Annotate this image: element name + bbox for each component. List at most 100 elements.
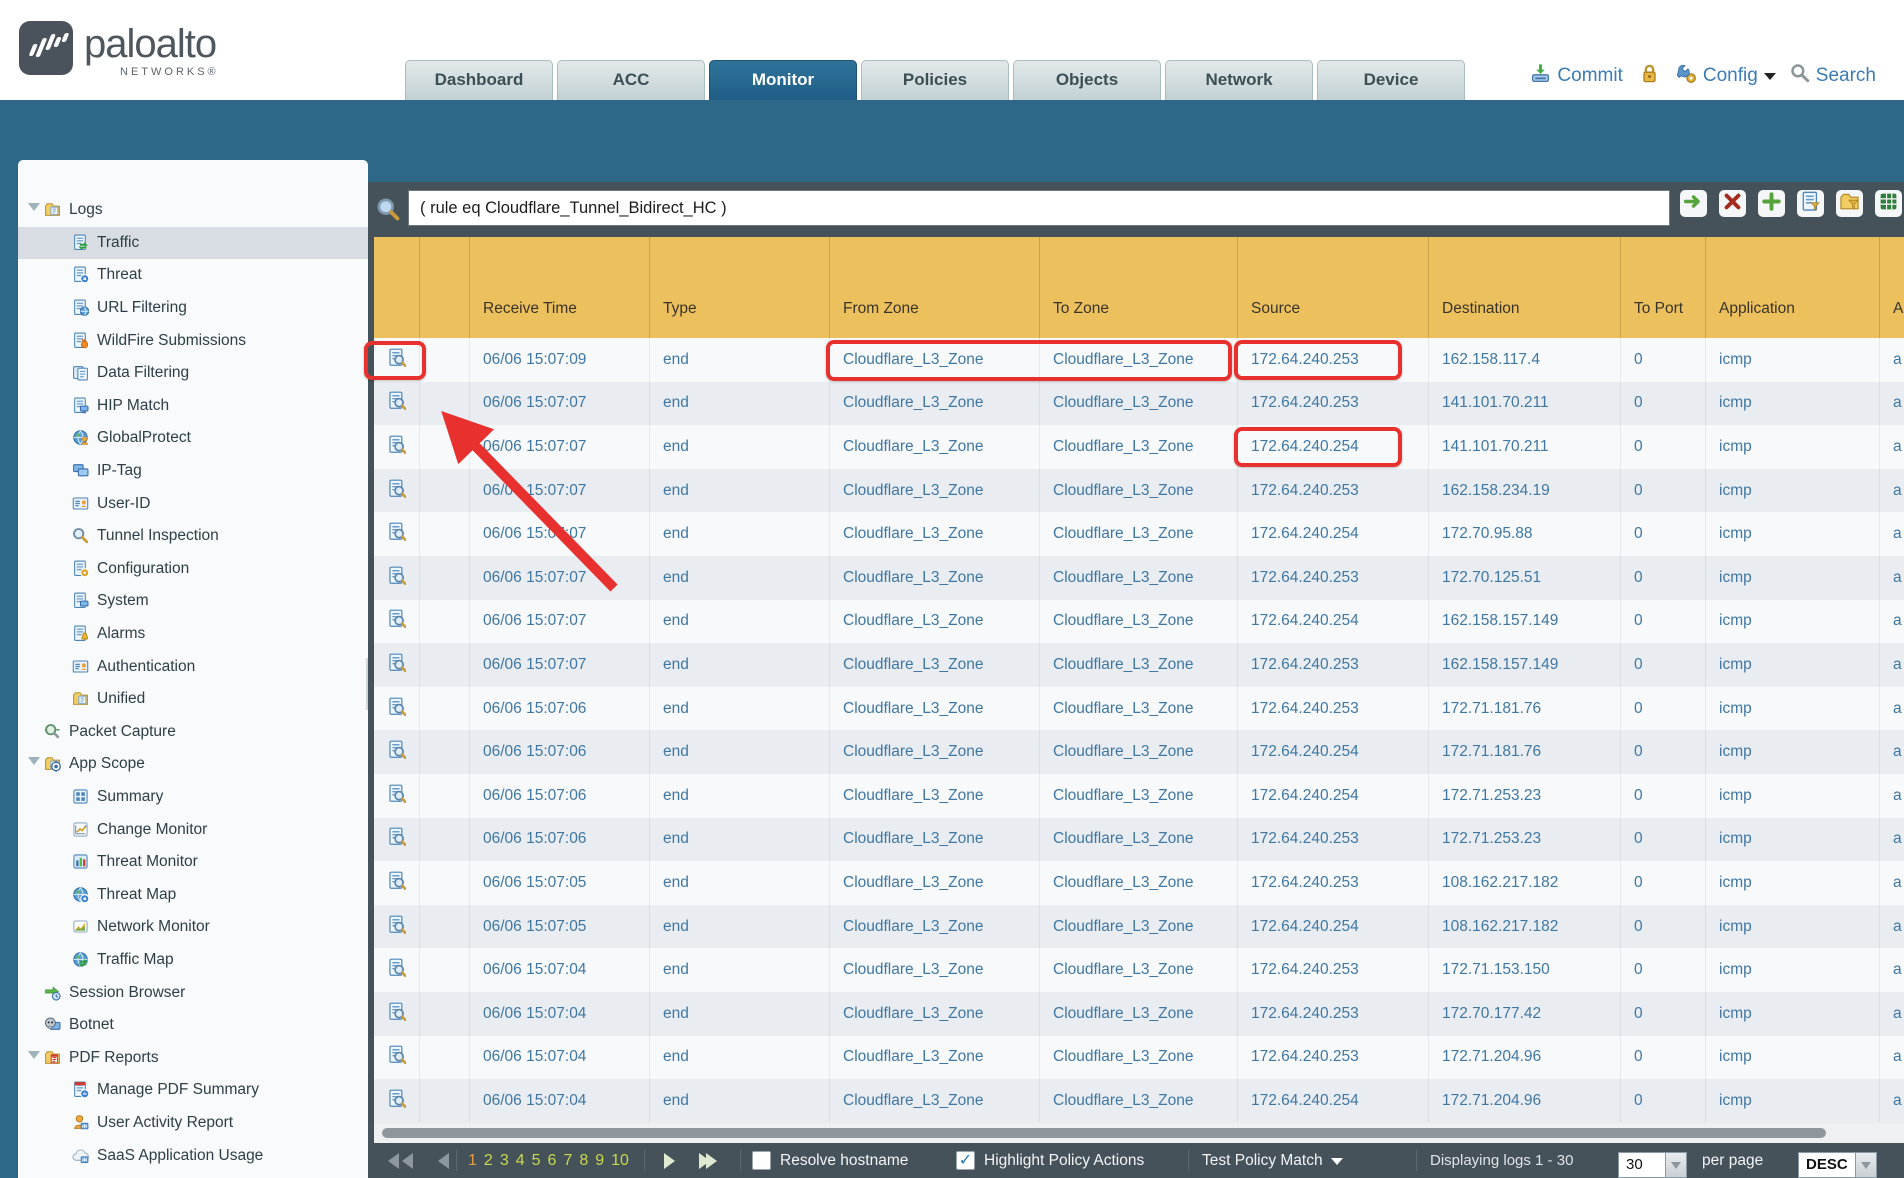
from-zone-cell[interactable]: Cloudflare_L3_Zone — [830, 948, 1040, 992]
to-port-cell[interactable]: 0 — [1621, 948, 1706, 992]
sidebar-item-alarms[interactable]: Alarms — [18, 618, 368, 651]
sidebar-item-pdf-reports[interactable]: PDF Reports — [18, 1041, 368, 1074]
to-zone-cell[interactable]: Cloudflare_L3_Zone — [1040, 1036, 1238, 1080]
sort-order-dropdown-button[interactable] — [1856, 1152, 1877, 1178]
destination-cell[interactable]: 162.158.117.4 — [1429, 338, 1621, 382]
sidebar-item-system[interactable]: System — [18, 585, 368, 618]
source-cell[interactable]: 172.64.240.253 — [1238, 687, 1429, 731]
to-port-cell[interactable]: 0 — [1621, 730, 1706, 774]
page-number-5[interactable]: 5 — [532, 1152, 541, 1170]
source-cell[interactable]: 172.64.240.253 — [1238, 469, 1429, 513]
source-cell[interactable]: 172.64.240.254 — [1238, 774, 1429, 818]
from-zone-cell[interactable]: Cloudflare_L3_Zone — [830, 600, 1040, 644]
prev-page-button[interactable] — [430, 1153, 449, 1169]
log-detail-button[interactable] — [374, 469, 420, 513]
load-filter-button[interactable] — [1836, 190, 1863, 217]
resolve-hostname-checkbox[interactable] — [752, 1151, 771, 1170]
to-zone-cell[interactable]: Cloudflare_L3_Zone — [1040, 556, 1238, 600]
page-number-10[interactable]: 10 — [611, 1152, 629, 1170]
application-cell[interactable]: icmp — [1706, 948, 1880, 992]
column-header-application[interactable]: Application — [1706, 237, 1880, 338]
sidebar-item-threat-map[interactable]: Threat Map — [18, 878, 368, 911]
to-port-cell[interactable]: 0 — [1621, 338, 1706, 382]
from-zone-cell[interactable]: Cloudflare_L3_Zone — [830, 643, 1040, 687]
to-zone-cell[interactable]: Cloudflare_L3_Zone — [1040, 861, 1238, 905]
source-cell[interactable]: 172.64.240.254 — [1238, 425, 1429, 469]
to-zone-cell[interactable]: Cloudflare_L3_Zone — [1040, 1079, 1238, 1123]
tab-monitor[interactable]: Monitor — [709, 60, 857, 100]
to-port-cell[interactable]: 0 — [1621, 1036, 1706, 1080]
tab-objects[interactable]: Objects — [1013, 60, 1161, 100]
to-port-cell[interactable]: 0 — [1621, 1079, 1706, 1123]
log-filter-input[interactable] — [408, 190, 1670, 226]
sidebar-item-packet-capture[interactable]: Packet Capture — [18, 716, 368, 749]
destination-cell[interactable]: 162.158.157.149 — [1429, 643, 1621, 687]
from-zone-cell[interactable]: Cloudflare_L3_Zone — [830, 382, 1040, 426]
sidebar-item-configuration[interactable]: Configuration — [18, 553, 368, 586]
destination-cell[interactable]: 172.71.153.150 — [1429, 948, 1621, 992]
sidebar-item-threat-monitor[interactable]: Threat Monitor — [18, 846, 368, 879]
to-zone-cell[interactable]: Cloudflare_L3_Zone — [1040, 774, 1238, 818]
column-header-type[interactable]: Type — [650, 237, 830, 338]
to-zone-cell[interactable]: Cloudflare_L3_Zone — [1040, 905, 1238, 949]
log-detail-button[interactable] — [374, 774, 420, 818]
from-zone-cell[interactable]: Cloudflare_L3_Zone — [830, 425, 1040, 469]
source-cell[interactable]: 172.64.240.253 — [1238, 338, 1429, 382]
column-header-to-zone[interactable]: To Zone — [1040, 237, 1238, 338]
page-number-8[interactable]: 8 — [579, 1152, 588, 1170]
sort-order-select[interactable]: DESC — [1798, 1147, 1877, 1178]
sidebar-item-tunnel-inspection[interactable]: Tunnel Inspection — [18, 520, 368, 553]
sidebar-item-summary[interactable]: Summary — [18, 781, 368, 814]
destination-cell[interactable]: 172.71.204.96 — [1429, 1079, 1621, 1123]
next-page-button[interactable] — [664, 1153, 683, 1169]
log-detail-button[interactable] — [374, 687, 420, 731]
destination-cell[interactable]: 172.71.204.96 — [1429, 1036, 1621, 1080]
destination-cell[interactable]: 172.70.95.88 — [1429, 512, 1621, 556]
tab-policies[interactable]: Policies — [861, 60, 1009, 100]
to-zone-cell[interactable]: Cloudflare_L3_Zone — [1040, 687, 1238, 731]
sidebar-item-authentication[interactable]: Authentication — [18, 650, 368, 683]
from-zone-cell[interactable]: Cloudflare_L3_Zone — [830, 1036, 1040, 1080]
application-cell[interactable]: icmp — [1706, 1079, 1880, 1123]
to-zone-cell[interactable]: Cloudflare_L3_Zone — [1040, 992, 1238, 1036]
to-port-cell[interactable]: 0 — [1621, 425, 1706, 469]
sidebar-item-ip-tag[interactable]: IP-Tag — [18, 455, 368, 488]
page-number-4[interactable]: 4 — [516, 1152, 525, 1170]
application-cell[interactable]: icmp — [1706, 1036, 1880, 1080]
destination-cell[interactable]: 172.71.181.76 — [1429, 730, 1621, 774]
page-number-1[interactable]: 1 — [468, 1152, 477, 1170]
to-port-cell[interactable]: 0 — [1621, 687, 1706, 731]
log-detail-button[interactable] — [374, 556, 420, 600]
to-port-cell[interactable]: 0 — [1621, 905, 1706, 949]
test-policy-match-button[interactable]: Test Policy Match — [1202, 1143, 1343, 1178]
sidebar-item-app-scope[interactable]: App Scope — [18, 748, 368, 781]
log-detail-button[interactable] — [374, 818, 420, 862]
destination-cell[interactable]: 172.70.125.51 — [1429, 556, 1621, 600]
source-cell[interactable]: 172.64.240.253 — [1238, 556, 1429, 600]
tab-dashboard[interactable]: Dashboard — [405, 60, 553, 100]
from-zone-cell[interactable]: Cloudflare_L3_Zone — [830, 512, 1040, 556]
destination-cell[interactable]: 162.158.234.19 — [1429, 469, 1621, 513]
source-cell[interactable]: 172.64.240.253 — [1238, 861, 1429, 905]
sidebar-item-user-activity-report[interactable]: User Activity Report — [18, 1107, 368, 1140]
application-cell[interactable]: icmp — [1706, 469, 1880, 513]
tab-network[interactable]: Network — [1165, 60, 1313, 100]
log-detail-button[interactable] — [374, 425, 420, 469]
sidebar-item-manage-pdf-summary[interactable]: Manage PDF Summary — [18, 1074, 368, 1107]
destination-cell[interactable]: 108.162.217.182 — [1429, 905, 1621, 949]
page-number-7[interactable]: 7 — [563, 1152, 572, 1170]
sidebar-item-data-filtering[interactable]: Data Filtering — [18, 357, 368, 390]
destination-cell[interactable]: 141.101.70.211 — [1429, 425, 1621, 469]
application-cell[interactable]: icmp — [1706, 556, 1880, 600]
to-port-cell[interactable]: 0 — [1621, 382, 1706, 426]
to-port-cell[interactable]: 0 — [1621, 861, 1706, 905]
from-zone-cell[interactable]: Cloudflare_L3_Zone — [830, 818, 1040, 862]
log-detail-button[interactable] — [374, 1036, 420, 1080]
lock-icon[interactable] — [1639, 63, 1660, 89]
source-cell[interactable]: 172.64.240.253 — [1238, 948, 1429, 992]
source-cell[interactable]: 172.64.240.254 — [1238, 600, 1429, 644]
log-detail-button[interactable] — [374, 730, 420, 774]
column-header-receive-time[interactable]: Receive Time — [470, 237, 650, 338]
to-port-cell[interactable]: 0 — [1621, 556, 1706, 600]
destination-cell[interactable]: 108.162.217.182 — [1429, 861, 1621, 905]
